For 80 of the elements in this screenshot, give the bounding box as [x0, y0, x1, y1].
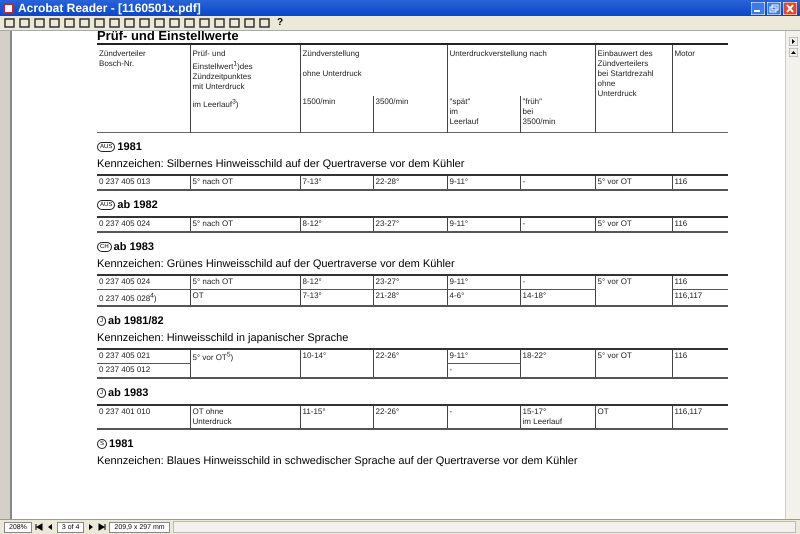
table-cell: 18-22° [520, 348, 595, 378]
column-header: Motor [672, 45, 728, 132]
section-note: Kennzeichen: Blaues Hinweisschild in schwedischer Sprache auf der Quertraverse vor dem Kühler [97, 454, 579, 467]
horizontal-scrollbar[interactable] [172, 521, 796, 533]
table-cell: - [447, 404, 520, 429]
table-cell: 22-28° [373, 175, 447, 190]
section-heading: ab 1983 [114, 241, 154, 253]
table-cell: 5° nach OT [190, 275, 300, 290]
help-button[interactable]: ? [274, 17, 286, 29]
table-cell: - [520, 175, 595, 190]
table-cell: 15-17° im Leerlauf [520, 404, 595, 429]
table-cell: 116 [672, 175, 728, 190]
table-cell: 9-11° [447, 348, 520, 364]
table-cell: 4-6° [447, 290, 520, 306]
scroll-up-icon[interactable] [788, 48, 798, 57]
restore-icon[interactable] [767, 2, 781, 14]
table-cell: - [447, 363, 520, 378]
table-cell: 5° vor OT [595, 217, 672, 232]
table-cell: 5° nach OT [190, 175, 300, 190]
column-header: Prüf- und Einstellwert$^{1}$)des Zündzeitpunktes mit Unterdruck [190, 45, 300, 96]
table-cell: 0 237 405 021 [97, 348, 190, 364]
app-icon [3, 2, 14, 14]
table-cell: 14-18° [520, 290, 595, 306]
table-cell: 9-11° [447, 175, 520, 190]
section-heading: ab 1982 [117, 199, 158, 211]
table-cell: 23-27° [373, 275, 447, 290]
table-cell: 5° nach OT [190, 217, 300, 232]
close-icon[interactable] [783, 2, 797, 14]
table-cell: 0 237 405 013 [97, 175, 190, 190]
table-cell: 116 [672, 275, 728, 290]
table-cell: OT [595, 404, 672, 429]
table-cell: 23-27° [373, 217, 447, 232]
column-header: Zündverteiler Bosch-Nr. [97, 45, 190, 132]
table-cell: 7-13° [300, 175, 373, 190]
section-note: Kennzeichen: Grünes Hinweisschild auf der Quertraverse vor dem Kühler [97, 258, 456, 270]
section-heading: ab 1981/82 [108, 314, 164, 327]
table-cell: 7-13° [300, 290, 373, 306]
table-cell: OT ohne Unterdruck [190, 404, 300, 429]
column-header: 3500/min [373, 96, 447, 132]
table-cell: 9-11° [447, 275, 520, 290]
table-cell: 22-26° [373, 348, 447, 378]
window-title: Acrobat Reader - [1160501x.pdf] [18, 1, 202, 15]
table-cell: 0 237 405 024 [97, 275, 190, 290]
table-cell: 5° vor OT$^{5}$) [190, 348, 300, 378]
section-note: Kennzeichen: Silbernes Hinweisschild auf der Quertraverse vor dem Kühler [97, 158, 466, 170]
column-header: Einbauwert des Zündverteilers bei Startdrezahl ohne Unterdruck [595, 45, 672, 132]
expand-arrow-icon[interactable] [788, 37, 798, 46]
minimize-icon[interactable] [751, 2, 765, 14]
column-header: Unterdruckverstellung nach [447, 45, 596, 96]
table-cell: 21-28° [373, 290, 447, 306]
table-cell: - [520, 275, 595, 290]
table-cell: 5° vor OT [595, 175, 672, 190]
table-cell: 0 237 405 024 [97, 217, 190, 232]
table-cell: 0 237 401 010 [97, 404, 190, 429]
table-cell: 5° vor OT [595, 275, 672, 306]
vertical-scrollbar[interactable] [785, 31, 800, 519]
section-heading: 1981 [109, 438, 134, 450]
column-header: 1500/min [300, 96, 373, 132]
table-cell: 11-15° [300, 404, 373, 429]
table-cell: 22-26° [373, 404, 447, 429]
table-cell: - [520, 217, 595, 232]
section-heading: ab 1983 [108, 386, 148, 399]
table-cell: 116 [672, 217, 728, 232]
column-header: "spät" im Leerlauf [447, 96, 520, 132]
column-header: "früh" bei 3500/min [520, 96, 596, 132]
section-heading: 1981 [117, 141, 142, 153]
column-header: Zündverstellung ohne Unterdruck [300, 45, 447, 96]
table-cell: 8-12° [300, 275, 373, 290]
table-cell: 116,117 [672, 404, 728, 429]
table-cell: 8-12° [300, 217, 373, 232]
table-cell: OT [190, 290, 300, 306]
table-cell: 0 237 405 028$^{4}$) [97, 290, 190, 306]
table-cell: 10-14° [300, 348, 373, 378]
table-cell: 9-11° [447, 217, 520, 232]
table-cell: 116,117 [672, 290, 728, 306]
table-cell: 116 [672, 348, 728, 378]
column-header: im Leerlauf$^{3}$) [190, 96, 300, 132]
table-cell: 5° vor OT [595, 348, 672, 378]
table-cell: 0 237 405 012 [97, 363, 190, 378]
section-note: Kennzeichen: Hinweisschild in japanischer Sprache [97, 332, 350, 344]
